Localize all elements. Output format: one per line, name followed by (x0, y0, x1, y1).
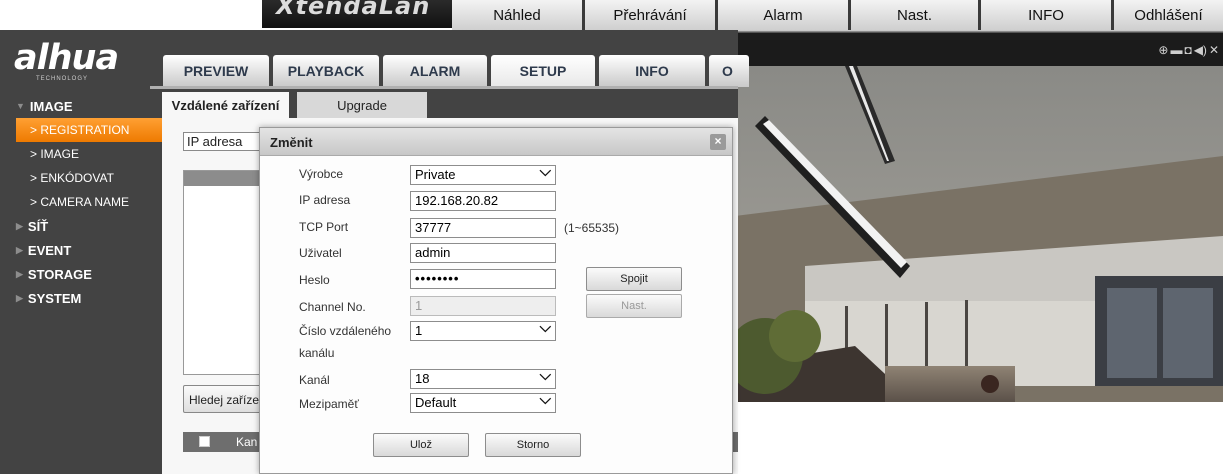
label-remote-channel-line1: Číslo vzdáleného (299, 324, 392, 338)
ip-address-filter-select[interactable]: IP adresa (183, 132, 265, 151)
zoom-icon[interactable]: ⊕ (1158, 43, 1168, 57)
expand-triangle-icon: ▶ (16, 268, 23, 279)
sidebar-group-label: SYSTEM (27, 290, 82, 306)
label-buffer: Mezipaměť (299, 397, 359, 411)
tcp-port-input[interactable]: 37777 (410, 218, 556, 238)
sidebar-item-registration[interactable]: > REGISTRATION (16, 118, 162, 142)
record-icon[interactable]: ▬ (1170, 43, 1182, 57)
label-channel-no: Channel No. (299, 300, 366, 314)
close-icon[interactable]: × (710, 134, 726, 150)
sidebar-group-label: STORAGE (27, 266, 92, 282)
password-input[interactable]: •••••••• (410, 269, 556, 289)
dialog-title: Změnit (270, 135, 313, 150)
save-button[interactable]: Ulož (373, 433, 469, 457)
channel-select[interactable]: 18 (410, 367, 556, 389)
camera-video-feed[interactable] (735, 66, 1223, 402)
collapse-triangle-icon: ▼ (16, 101, 25, 111)
tab-playback[interactable]: PLAYBACK (273, 55, 379, 87)
sidebar-group-network[interactable]: ▶ SÍŤ (0, 214, 162, 238)
channel-no-input: 1 (410, 296, 556, 316)
nav-odhlaseni[interactable]: Odhlášení (1114, 0, 1223, 30)
subtab-bar: Vzdálené zařízení Upgrade (162, 92, 738, 118)
label-channel: Kanál (299, 373, 330, 387)
manufacturer-select[interactable]: Private (410, 163, 556, 185)
sidebar-group-label: IMAGE (29, 98, 73, 114)
tab-setup[interactable]: SETUP (491, 55, 595, 87)
label-tcp-port: TCP Port (299, 220, 349, 234)
label-ip-address: IP adresa (299, 193, 351, 207)
expand-triangle-icon: ▶ (16, 292, 23, 303)
subtab-remote-device[interactable]: Vzdálené zařízení (162, 92, 289, 118)
expand-triangle-icon: ▶ (16, 244, 23, 255)
set-button[interactable]: Nast. (586, 294, 682, 318)
username-input[interactable]: admin (410, 243, 556, 263)
label-username: Uživatel (299, 246, 342, 260)
sidebar-group-system[interactable]: ▶ SYSTEM (0, 286, 162, 310)
tab-preview[interactable]: PREVIEW (163, 55, 269, 87)
label-remote-channel-line2: kanálu (299, 346, 335, 360)
audio-icon[interactable]: ◀) (1194, 43, 1207, 57)
search-devices-button[interactable]: Hledej zaříze (183, 385, 265, 413)
sidebar-group-label: SÍŤ (27, 218, 49, 234)
select-all-checkbox[interactable] (199, 436, 210, 447)
sidebar-group-storage[interactable]: ▶ STORAGE (0, 262, 162, 286)
sidebar-group-event[interactable]: ▶ EVENT (0, 238, 162, 262)
tab-logout-partial[interactable]: O (709, 55, 749, 87)
snapshot-icon[interactable]: ◘ (1184, 43, 1191, 57)
dialog-titlebar: Změnit × (260, 128, 732, 156)
tab-info[interactable]: INFO (599, 55, 705, 87)
device-list-header (184, 171, 262, 186)
dahua-logo-text: alhua (14, 38, 119, 78)
close-icon[interactable]: ✕ (1209, 43, 1219, 57)
nav-info[interactable]: INFO (981, 0, 1114, 30)
sidebar-group-image[interactable]: ▼ IMAGE (0, 94, 162, 118)
nav-prehravani[interactable]: Přehrávání (585, 0, 718, 30)
back-window-nav: Náhled Přehrávání Alarm Nast. INFO Odhlá… (452, 0, 1223, 32)
back-window-logo: XtendaLan (276, 0, 431, 20)
sidebar-item-camera-name[interactable]: > CAMERA NAME (0, 190, 162, 214)
expand-triangle-icon: ▶ (16, 220, 23, 231)
nav-nahled[interactable]: Náhled (452, 0, 585, 30)
back-window-banner: XtendaLan (262, 0, 452, 28)
video-toolbar: ⊕ ▬ ◘ ◀) ✕ (735, 32, 1223, 66)
subtab-upgrade[interactable]: Upgrade (297, 92, 427, 118)
cancel-button[interactable]: Storno (485, 433, 581, 457)
top-tab-bar: PREVIEW PLAYBACK ALARM SETUP INFO O (163, 55, 753, 87)
sidebar-item-encode[interactable]: > ENKÓDOVAT (0, 166, 162, 190)
remote-channel-select[interactable]: 1 (410, 319, 556, 341)
nav-alarm[interactable]: Alarm (718, 0, 851, 30)
tcp-port-range-hint: (1~65535) (564, 221, 620, 235)
nav-nastaveni[interactable]: Nast. (851, 0, 981, 30)
device-list-box[interactable] (183, 170, 263, 375)
edit-device-dialog: Změnit × Výrobce Private IP adresa 192.1… (259, 127, 733, 474)
setup-sidebar: ▼ IMAGE > REGISTRATION > IMAGE > ENKÓDOV… (0, 94, 162, 310)
label-manufacturer: Výrobce (299, 167, 344, 181)
camera-frame-image (735, 66, 1223, 402)
ip-address-input[interactable]: 192.168.20.82 (410, 191, 556, 211)
video-icons: ⊕ ▬ ◘ ◀) ✕ (1158, 43, 1219, 57)
column-header-channel: Kan (236, 435, 258, 449)
buffer-select[interactable]: Default (410, 391, 556, 413)
tab-alarm[interactable]: ALARM (383, 55, 487, 87)
dahua-logo: alhua TECHNOLOGY (14, 40, 150, 86)
tab-underline (150, 86, 738, 89)
label-password: Heslo (299, 273, 330, 287)
connect-button[interactable]: Spojit (586, 267, 682, 291)
sidebar-group-label: EVENT (27, 242, 72, 258)
sidebar-item-image[interactable]: > IMAGE (0, 142, 162, 166)
